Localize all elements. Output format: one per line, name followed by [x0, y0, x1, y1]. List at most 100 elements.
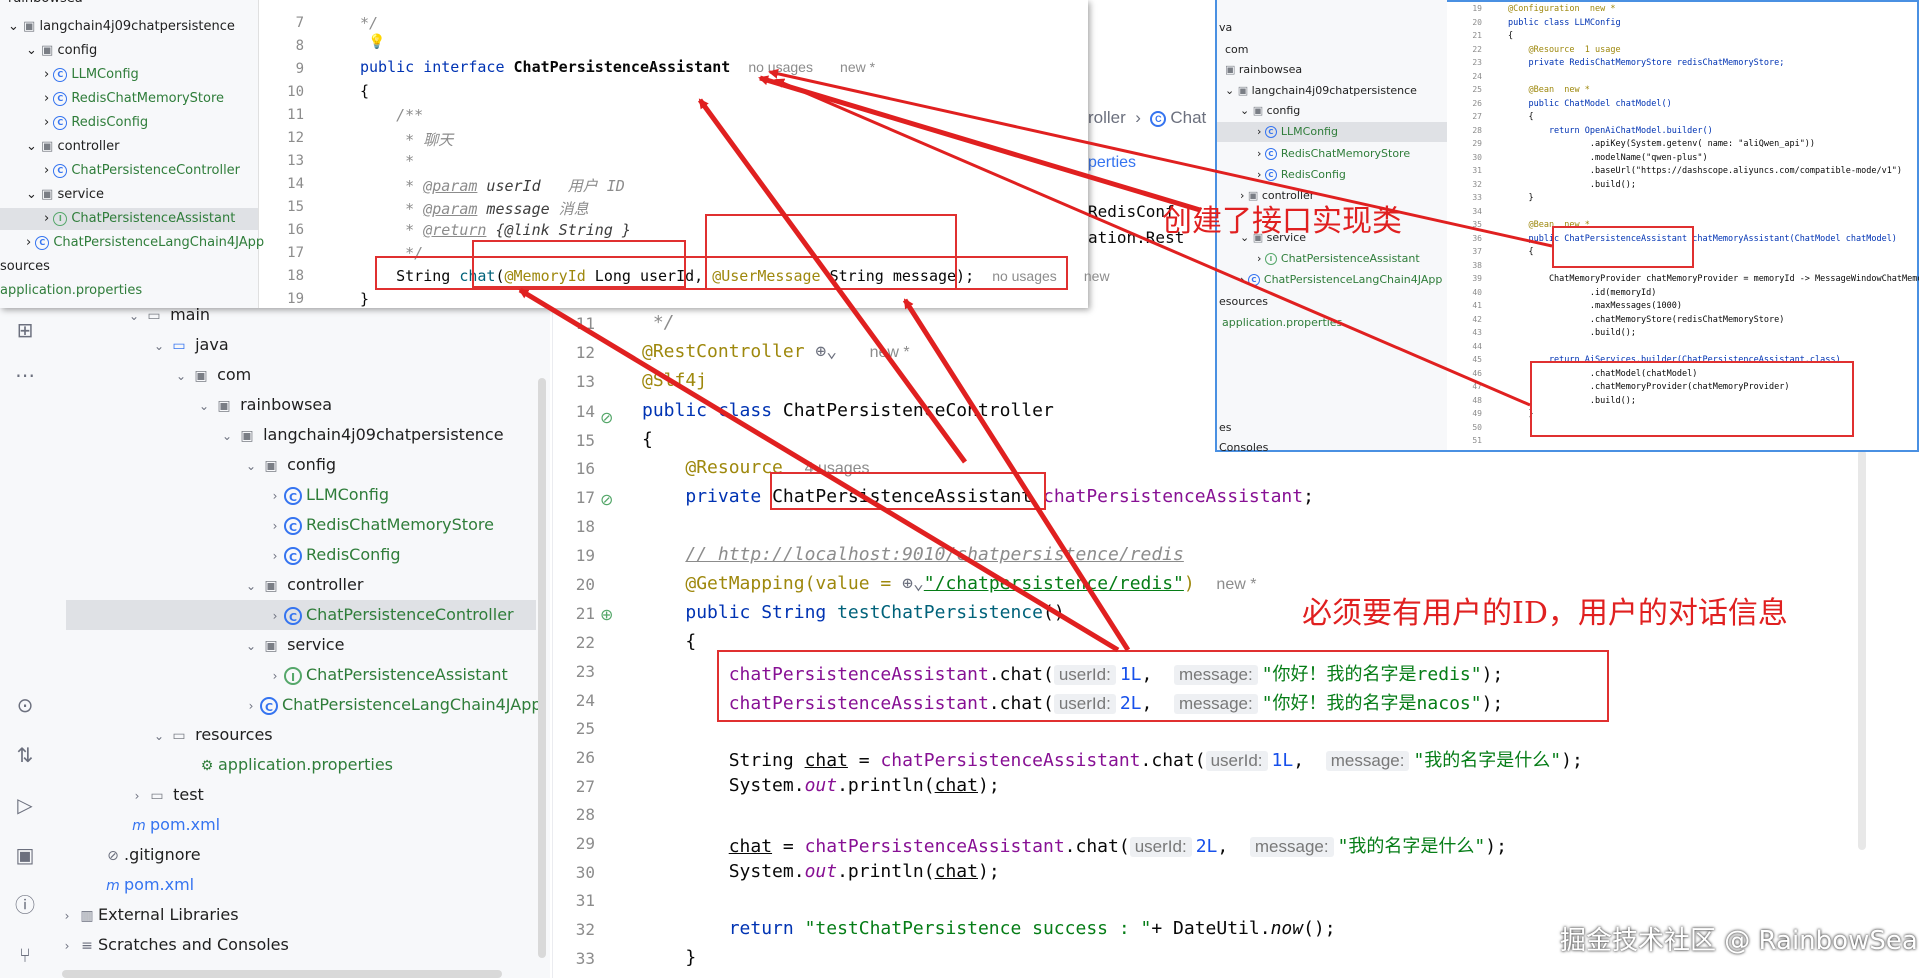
tab-fragment[interactable]: roller › C Chat: [1088, 108, 1206, 128]
overlay-tree-controller[interactable]: ⌄ ▣ controller: [26, 136, 120, 158]
code-line-20: @GetMapping(value = ⊕⌄"/chatpersistence/…: [685, 573, 1257, 594]
class-icon: C: [284, 546, 302, 565]
tree-node-external-libraries[interactable]: › ▥ External Libraries: [58, 900, 239, 930]
tree-node-application-properties[interactable]: ⚙ application.properties: [196, 750, 393, 780]
tree-node-java[interactable]: ⌄ ▭ java: [150, 330, 229, 360]
overlay-tree-redisconfig[interactable]: › C RedisConfig: [44, 112, 148, 134]
config-code-line: .build();: [1508, 179, 1636, 190]
cfg-tree-consoles[interactable]: Consoles: [1219, 438, 1268, 458]
overlay-tree-config[interactable]: ⌄ ▣ config: [26, 40, 97, 62]
config-line-number: 50: [1472, 422, 1482, 432]
cfg-tree-app[interactable]: › C ChatPersistenceLangChain4JApp: [1240, 270, 1442, 290]
config-line-number: 45: [1472, 355, 1482, 364]
code-line-11: */: [642, 312, 675, 333]
ov-line-14: * @param userId 用户 ID: [405, 177, 625, 195]
git-icon[interactable]: ⑂: [10, 940, 40, 970]
tree-node-gitignore[interactable]: ⊘ .gitignore: [102, 840, 200, 870]
editor-scrollbar[interactable]: [1858, 450, 1866, 850]
overlay-tree-rainbowsea[interactable]: rainbowsea: [8, 0, 83, 10]
overlay-tree-properties[interactable]: application.properties: [0, 280, 142, 302]
overlay-tree-resources[interactable]: sources: [0, 256, 50, 278]
line-number: 17: [575, 488, 595, 507]
tree-node-rainbowsea[interactable]: ⌄ ▣ rainbowsea: [195, 390, 332, 420]
tree-horizontal-scrollbar[interactable]: [62, 970, 502, 978]
config-line-number: 42: [1472, 314, 1482, 324]
tree-node-pom-inner[interactable]: m pom.xml: [128, 810, 220, 840]
overlay-tree-service[interactable]: ⌄ ▣ service: [26, 184, 104, 206]
run-icon[interactable]: ▷: [10, 790, 40, 820]
tree-node-resources[interactable]: ⌄ ▭ resources: [150, 720, 273, 750]
config-code-line: {: [1508, 31, 1514, 41]
overlay-tree-controller-class[interactable]: › C ChatPersistenceController: [44, 160, 240, 182]
config-line-number: 28: [1472, 125, 1482, 135]
services-icon[interactable]: ⊙: [10, 690, 40, 720]
config-line-number: 22: [1472, 44, 1482, 54]
cfg-tree-redisconfig[interactable]: › C RedisConfig: [1257, 165, 1346, 185]
cfg-tree-com[interactable]: com: [1225, 40, 1249, 60]
tree-node-chatpersistencecontroller[interactable]: › C ChatPersistenceController: [66, 600, 536, 630]
cfg-tree-va[interactable]: va: [1219, 18, 1232, 38]
cfg-tree-assistant[interactable]: › I ChatPersistenceAssistant: [1257, 249, 1420, 269]
cfg-tree-redisstore[interactable]: › C RedisChatMemoryStore: [1257, 144, 1410, 164]
overlay-tree-llmconfig[interactable]: › C LLMConfig: [44, 64, 139, 86]
structure-icon[interactable]: ⊞: [10, 315, 40, 345]
highlight-return-type: [1552, 226, 1694, 268]
tree-node-controller[interactable]: ⌄ ▣ controller: [242, 570, 363, 600]
bean-gutter-icon[interactable]: ⊘: [600, 408, 613, 427]
tree-node-config[interactable]: ⌄ ▣ config: [242, 450, 336, 480]
cfg-tree-es[interactable]: es: [1219, 418, 1232, 438]
endpoint-gutter-icon[interactable]: ⊕: [600, 605, 613, 624]
tab-fragment-2[interactable]: perties: [1088, 154, 1136, 172]
config-code-line: {: [1508, 247, 1534, 257]
tree-node-package[interactable]: ⌄ ▣ langchain4j09chatpersistence: [218, 420, 504, 450]
tool-window-strip: ⊞ ⋯ ⊙ ⇅ ▷ ▣ ⓘ ⑂: [0, 300, 51, 978]
terminal-icon[interactable]: ▣: [10, 840, 40, 870]
tree-node-scratches[interactable]: › ≡ Scratches and Consoles: [58, 930, 289, 960]
tree-node-service[interactable]: ⌄ ▣ service: [242, 630, 344, 660]
tree-node-pom[interactable]: m pom.xml: [102, 870, 194, 900]
ov-line-10: {: [360, 82, 370, 100]
cfg-tree-config[interactable]: ⌄ ▣ config: [1240, 101, 1300, 121]
line-number: 31: [575, 891, 595, 910]
tree-node-com[interactable]: ⌄ ▣ com: [172, 360, 251, 390]
problems-icon[interactable]: ⓘ: [10, 890, 40, 920]
cfg-tree-llmconfig[interactable]: › C LLMConfig: [1217, 122, 1447, 142]
bean-gutter-icon[interactable]: ⊘: [600, 490, 613, 509]
endpoints-icon[interactable]: ⇅: [10, 740, 40, 770]
tree-node-chatpersistenceassistant[interactable]: › I ChatPersistenceAssistant: [266, 660, 508, 690]
config-code-line: public ChatModel chatModel(): [1508, 98, 1672, 109]
overlay-tree-redischatmemorystore[interactable]: › C RedisChatMemoryStore: [44, 88, 224, 110]
ov-line-9: public interface ChatPersistenceAssistan…: [360, 58, 876, 76]
cfg-tree-resources[interactable]: esources: [1219, 292, 1268, 312]
ignore-icon: ⊘: [107, 848, 119, 864]
cfg-tree-properties[interactable]: application.properties: [1222, 313, 1342, 333]
ov-line-12: * 聊天: [405, 131, 454, 149]
overlay-tree-assistant[interactable]: › I ChatPersistenceAssistant: [0, 208, 258, 230]
line-number: 21: [575, 604, 595, 623]
code-line-12: @RestController ⊕⌄ new *: [642, 341, 910, 362]
cfg-tree-rainbowsea[interactable]: ▣ rainbowsea: [1225, 60, 1302, 80]
tree-node-test[interactable]: › ▭ test: [128, 780, 204, 810]
overlay-tree-app[interactable]: › C ChatPersistenceLangChain4JApp: [26, 232, 264, 254]
more-tools-icon[interactable]: ⋯: [10, 360, 40, 390]
highlight-aiservices-builder: [1530, 361, 1854, 437]
overlay-tree-package[interactable]: ⌄ ▣ langchain4j09chatpersistence: [8, 16, 235, 38]
config-line-number: 43: [1472, 328, 1482, 337]
tree-scrollbar[interactable]: [538, 378, 546, 958]
overlay-line-number: 10: [287, 84, 304, 100]
code-line-19: // http://localhost:9010/chatpersistence…: [685, 544, 1184, 565]
tree-node-redischatmemorystore[interactable]: › C RedisChatMemoryStore: [266, 510, 494, 540]
tree-node-llmconfig[interactable]: › C LLMConfig: [266, 480, 389, 510]
globe-icon[interactable]: ⊕⌄: [815, 341, 837, 362]
config-line-number: 36: [1472, 233, 1482, 243]
lightbulb-icon[interactable]: 💡: [368, 34, 385, 50]
config-code-line: .baseUrl("https://dashscope.aliyuncs.com…: [1508, 166, 1903, 176]
tree-node-app[interactable]: › C ChatPersistenceLangChain4JApp: [242, 690, 542, 720]
globe-icon[interactable]: ⊕⌄: [902, 573, 924, 594]
config-line-number: 26: [1472, 98, 1482, 108]
tree-node-redisconfig[interactable]: › C RedisConfig: [266, 540, 401, 570]
spring-app-icon: C: [260, 696, 278, 715]
ov-line-13: *: [405, 152, 415, 170]
maven-icon: m: [106, 878, 120, 894]
cfg-tree-package[interactable]: ⌄ ▣ langchain4j09chatpersistence: [1225, 81, 1417, 101]
